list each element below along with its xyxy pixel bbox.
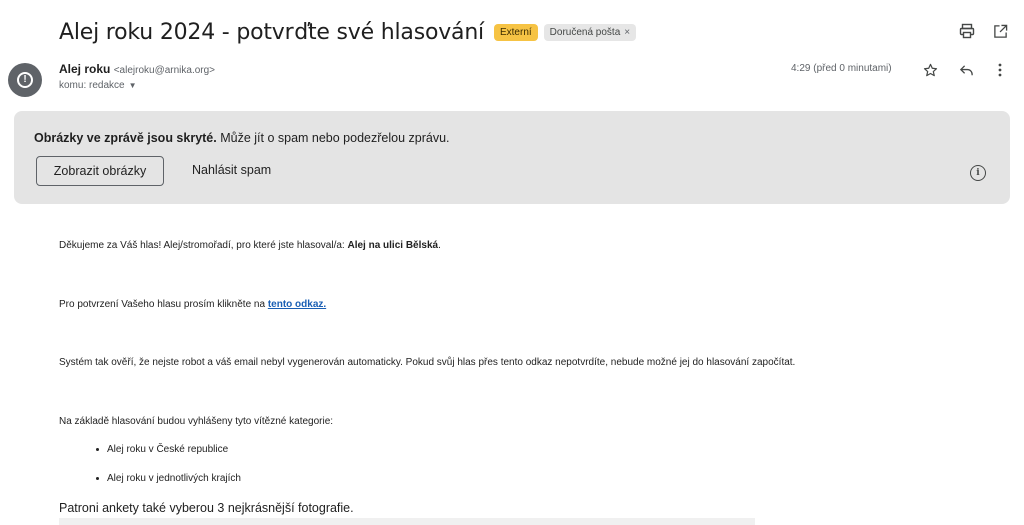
thanks-paragraph: Děkujeme za Váš hlas! Alej/stromořadí, p… — [59, 240, 441, 251]
inbox-label-text: Doručená pošta — [549, 26, 621, 38]
show-images-button[interactable]: Zobrazit obrázky — [36, 156, 164, 186]
sender-email: <alejroku@arnika.org> — [113, 65, 216, 76]
inbox-label-badge[interactable]: Doručená pošta × — [543, 23, 637, 41]
warning-exclamation-icon: ! — [17, 72, 33, 88]
hidden-images-warning: Obrázky ve zprávě jsou skryté. Může jít … — [14, 111, 1010, 204]
star-icon[interactable] — [921, 61, 939, 79]
warning-detail-text: Může jít o spam nebo podezřelou zprávu. — [216, 131, 450, 145]
bullet-icon — [96, 477, 99, 480]
bullet-icon — [96, 448, 99, 451]
sender-avatar[interactable]: ! — [8, 63, 42, 97]
recipient-text: komu: redakce — [59, 80, 125, 91]
open-in-new-window-icon[interactable] — [990, 21, 1010, 41]
alley-name: Alej na ulici Bělská — [347, 240, 439, 251]
sender-info: Alej roku <alejroku@arnika.org> — [59, 62, 215, 76]
sender-name[interactable]: Alej roku — [59, 62, 110, 76]
warning-message: Obrázky ve zprávě jsou skryté. Může jít … — [34, 131, 450, 145]
reply-icon[interactable] — [957, 61, 975, 79]
external-badge: Externí — [493, 23, 538, 41]
patrons-paragraph: Patroni ankety také vyberou 3 nejkrásněj… — [59, 501, 354, 515]
thanks-text: Děkujeme za Váš hlas! Alej/stromořadí, p… — [59, 240, 348, 251]
remove-label-icon[interactable]: × — [624, 27, 630, 38]
more-options-icon[interactable] — [991, 61, 1009, 79]
email-subject: Alej roku 2024 - potvrďte své hlasování — [59, 19, 484, 45]
categories-intro: Na základě hlasování budou vyhlášeny tyt… — [59, 416, 334, 427]
list-item-text: Alej roku v České republice — [107, 444, 229, 455]
list-item: Alej roku v jednotlivých krajích — [96, 473, 241, 484]
verification-paragraph: Systém tak ověří, že nejste robot a váš … — [59, 357, 796, 368]
confirm-text: Pro potvrzení Vašeho hlasu prosím klikně… — [59, 299, 268, 310]
email-timestamp: 4:29 (před 0 minutami) — [791, 63, 892, 74]
warning-bold-text: Obrázky ve zprávě jsou skryté. — [34, 131, 217, 145]
recipient-dropdown[interactable]: komu: redakce ▼ — [59, 80, 137, 91]
subject-row: Alej roku 2024 - potvrďte své hlasování … — [59, 16, 637, 48]
confirm-link[interactable]: tento odkaz. — [268, 299, 326, 310]
list-item: Alej roku v České republice — [96, 444, 228, 455]
chevron-down-icon: ▼ — [128, 81, 137, 90]
info-icon[interactable]: i — [970, 165, 986, 181]
thanks-suffix: . — [438, 240, 441, 251]
list-item-text: Alej roku v jednotlivých krajích — [107, 473, 241, 484]
scroll-shadow — [59, 518, 755, 525]
confirm-paragraph: Pro potvrzení Vašeho hlasu prosím klikně… — [59, 299, 326, 310]
print-icon[interactable] — [957, 21, 977, 41]
report-spam-button[interactable]: Nahlásit spam — [192, 163, 271, 177]
